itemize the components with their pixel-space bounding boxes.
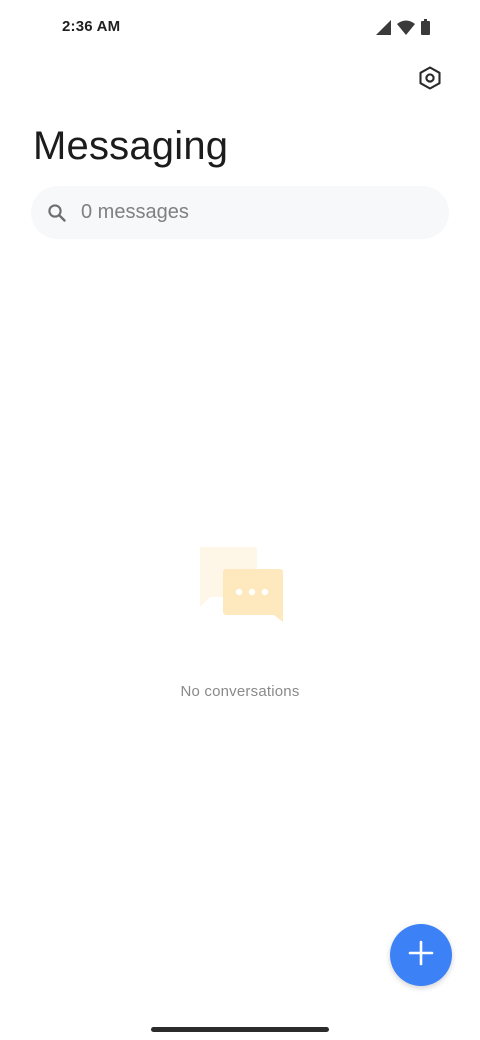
page-title: Messaging: [33, 124, 229, 168]
status-bar: 2:36 AM: [0, 0, 480, 56]
chat-bubbles-icon: [194, 545, 286, 629]
empty-state: No conversations: [0, 540, 480, 710]
status-time: 2:36 AM: [62, 18, 121, 35]
search-icon: [46, 202, 68, 224]
status-icons: [376, 18, 430, 36]
navigation-handle[interactable]: [151, 1027, 329, 1032]
plus-icon: [408, 940, 434, 971]
settings-button[interactable]: [414, 64, 446, 96]
signal-icon: [376, 19, 391, 35]
search-bar[interactable]: [31, 186, 449, 239]
settings-icon: [418, 65, 442, 95]
wifi-icon: [397, 20, 415, 35]
new-conversation-button[interactable]: [390, 924, 452, 986]
battery-icon: [421, 19, 430, 35]
empty-state-text: No conversations: [180, 683, 300, 700]
search-input[interactable]: [81, 186, 421, 239]
